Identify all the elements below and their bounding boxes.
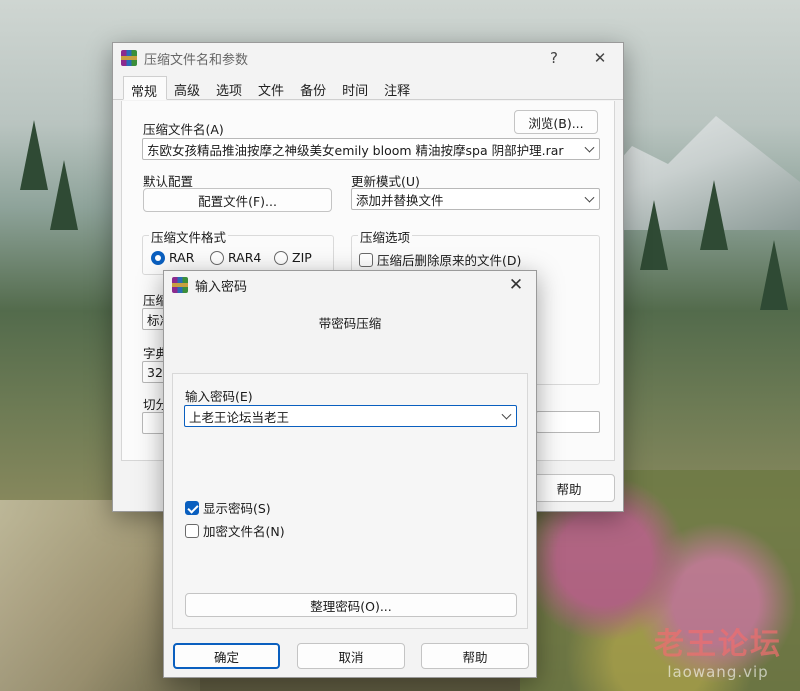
main-dialog-title: 压缩文件名和参数 bbox=[144, 52, 249, 68]
enter-password-dialog: 输入密码 ✕ 带密码压缩 输入密码(E) 上老王论坛当老王 显示密码(S) 加密… bbox=[163, 270, 537, 678]
chevron-down-icon bbox=[584, 142, 595, 153]
checkbox-indicator bbox=[185, 523, 199, 538]
update-mode-value: 添加并替换文件 bbox=[356, 192, 444, 208]
background-tree bbox=[640, 200, 668, 270]
title-close-button[interactable]: ✕ bbox=[577, 43, 623, 73]
tab-options[interactable]: 选项 bbox=[209, 76, 251, 100]
archive-name-value: 东欧女孩精品推油按摩之神级美女emily bloom 精油按摩spa 阴部护理.… bbox=[147, 142, 564, 158]
checkbox-label: 压缩后删除原来的文件(D) bbox=[377, 253, 522, 268]
checkbox-indicator bbox=[359, 252, 373, 267]
password-input[interactable]: 上老王论坛当老王 bbox=[184, 405, 517, 427]
tab-time[interactable]: 时间 bbox=[335, 76, 377, 100]
password-titlebar: 输入密码 bbox=[164, 271, 536, 299]
main-titlebar: 压缩文件名和参数 ? ✕ bbox=[113, 43, 623, 73]
format-zip-radio[interactable]: ZIP bbox=[274, 250, 312, 265]
checkbox-indicator bbox=[185, 500, 199, 515]
password-value: 上老王论坛当老王 bbox=[189, 409, 290, 425]
radio-indicator bbox=[274, 250, 288, 265]
password-panel: 输入密码(E) 上老王论坛当老王 显示密码(S) 加密文件名(N) 整理密码(O… bbox=[172, 373, 528, 629]
radio-indicator bbox=[151, 250, 165, 265]
chevron-down-icon bbox=[584, 192, 595, 203]
background-tree bbox=[20, 120, 48, 190]
browse-button[interactable]: 浏览(B)... bbox=[514, 110, 598, 134]
options-group-title: 压缩选项 bbox=[358, 227, 413, 246]
checkbox-label: 显示密码(S) bbox=[203, 501, 271, 516]
watermark-cn: 老王论坛 bbox=[654, 627, 782, 662]
format-group: 压缩文件格式 RAR RAR4 ZIP bbox=[142, 227, 334, 275]
close-icon[interactable]: ✕ bbox=[496, 271, 536, 299]
encrypt-filenames-checkbox[interactable]: 加密文件名(N) bbox=[185, 521, 285, 540]
radio-label: ZIP bbox=[292, 250, 312, 265]
archive-name-label: 压缩文件名(A) bbox=[143, 122, 224, 137]
background-tree bbox=[50, 160, 78, 230]
watermark: 老王论坛 laowang.vip bbox=[654, 619, 782, 681]
tab-files[interactable]: 文件 bbox=[251, 76, 293, 100]
winrar-icon bbox=[121, 50, 137, 66]
background-tree bbox=[760, 240, 788, 310]
watermark-en: laowang.vip bbox=[667, 663, 769, 681]
radio-indicator bbox=[210, 250, 224, 265]
delete-after-checkbox[interactable]: 压缩后删除原来的文件(D) bbox=[359, 250, 521, 269]
profile-button[interactable]: 配置文件(F)... bbox=[143, 188, 332, 212]
password-dialog-title: 输入密码 bbox=[195, 279, 248, 295]
tab-general[interactable]: 常规 bbox=[123, 76, 168, 100]
background-tree bbox=[700, 180, 728, 250]
tab-backup[interactable]: 备份 bbox=[293, 76, 335, 100]
winrar-icon bbox=[172, 277, 188, 293]
cancel-button[interactable]: 取消 bbox=[297, 643, 405, 669]
enter-password-label: 输入密码(E) bbox=[185, 389, 253, 404]
archive-name-combo[interactable]: 东欧女孩精品推油按摩之神级美女emily bloom 精油按摩spa 阴部护理.… bbox=[142, 138, 600, 160]
tab-advanced[interactable]: 高级 bbox=[167, 76, 209, 100]
show-password-checkbox[interactable]: 显示密码(S) bbox=[185, 498, 271, 517]
password-heading: 带密码压缩 bbox=[318, 316, 382, 331]
ok-button[interactable]: 确定 bbox=[173, 643, 280, 669]
tab-comment[interactable]: 注释 bbox=[377, 76, 419, 100]
update-mode-combo[interactable]: 添加并替换文件 bbox=[351, 188, 600, 210]
radio-label: RAR4 bbox=[228, 250, 262, 265]
format-rar-radio[interactable]: RAR bbox=[151, 250, 194, 265]
chevron-down-icon bbox=[501, 409, 512, 420]
dictionary-value: 32 bbox=[147, 364, 163, 380]
tab-strip: 常规 高级 选项 文件 备份 时间 注释 bbox=[113, 76, 623, 100]
organize-passwords-button[interactable]: 整理密码(O)... bbox=[185, 593, 517, 617]
checkbox-label: 加密文件名(N) bbox=[203, 524, 285, 539]
format-group-title: 压缩文件格式 bbox=[149, 227, 229, 246]
radio-label: RAR bbox=[169, 250, 195, 265]
password-help-button[interactable]: 帮助 bbox=[421, 643, 529, 669]
title-help-button[interactable]: ? bbox=[531, 43, 577, 73]
format-rar4-radio[interactable]: RAR4 bbox=[210, 250, 261, 265]
right-input-field[interactable] bbox=[536, 411, 600, 433]
